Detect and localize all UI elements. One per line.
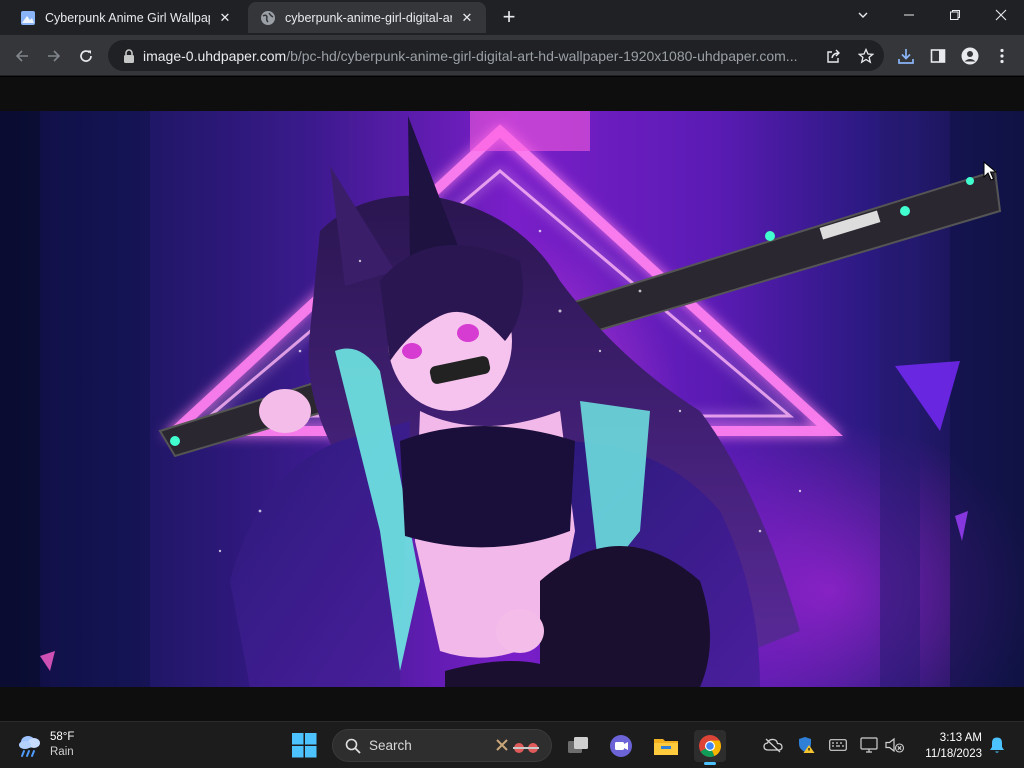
tab-title: Cyberpunk Anime Girl Wallpaper [45, 10, 210, 25]
profile-avatar-icon[interactable] [956, 42, 984, 70]
tab-close-icon[interactable]: ✕ [216, 9, 234, 27]
download-icon[interactable] [892, 42, 920, 70]
teams-chat-icon[interactable] [605, 730, 637, 762]
rain-cloud-icon [19, 736, 40, 757]
tab-strip: Cyberpunk Anime Girl Wallpaper ✕ cyberpu… [0, 0, 1024, 35]
system-clock[interactable]: 3:13 AM 11/18/2023 [912, 730, 982, 762]
url-text[interactable]: image-0.uhdpaper.com/b/pc-hd/cyberpunk-a… [143, 48, 811, 64]
image-favicon-icon [20, 10, 36, 26]
menu-kebab-icon[interactable] [988, 42, 1016, 70]
task-view-icon[interactable] [562, 730, 594, 762]
bookmark-star-icon[interactable] [852, 42, 879, 69]
url-path: /b/pc-hd/cyberpunk-anime-girl-digital-ar… [286, 47, 798, 64]
taskbar: 58°F Rain Search 3:13 AM 11/18/2023 [0, 721, 1024, 768]
clock-time: 3:13 AM [939, 732, 982, 744]
file-explorer-icon[interactable] [650, 730, 682, 762]
globe-icon [260, 10, 276, 26]
tab-title: cyberpunk-anime-girl-digital-art-hd-wall… [285, 10, 452, 25]
onedrive-offline-icon[interactable] [762, 734, 784, 756]
tab-close-icon[interactable]: ✕ [458, 9, 476, 27]
tab-cyberpunk-wallpaper[interactable]: Cyberpunk Anime Girl Wallpaper ✕ [8, 2, 244, 33]
taskbar-search-box[interactable]: Search [332, 729, 552, 762]
display-icon[interactable] [858, 734, 880, 756]
search-highlight-icon [496, 739, 539, 753]
minimize-button[interactable] [886, 0, 932, 30]
url-host: image-0.uhdpaper.com [143, 47, 287, 64]
new-tab-button[interactable]: + [496, 6, 522, 30]
volume-muted-icon[interactable] [884, 734, 906, 756]
weather-widget[interactable]: 58°F Rain [16, 728, 74, 762]
security-warning-icon[interactable] [795, 734, 817, 756]
keyboard-icon[interactable] [827, 734, 849, 756]
notification-bell-icon[interactable] [986, 734, 1008, 756]
windows-start-icon[interactable] [292, 733, 317, 758]
clock-date: 11/18/2023 [925, 748, 982, 760]
weather-temperature: 58°F [50, 731, 75, 743]
restore-button[interactable] [932, 0, 978, 30]
forward-button[interactable] [40, 42, 68, 70]
tab-search-chevron-icon[interactable] [840, 0, 886, 30]
back-button[interactable] [8, 42, 36, 70]
reload-button[interactable] [72, 42, 100, 70]
address-bar[interactable]: image-0.uhdpaper.com/b/pc-hd/cyberpunk-a… [108, 40, 884, 71]
running-indicator [704, 762, 716, 765]
wallpaper-image[interactable] [0, 111, 1024, 687]
tab-wallpaper-image[interactable]: cyberpunk-anime-girl-digital-art-hd-wall… [248, 2, 486, 33]
share-icon[interactable] [820, 42, 847, 69]
mouse-pointer-icon [983, 160, 998, 186]
chrome-icon[interactable] [694, 730, 726, 765]
page-content [0, 77, 1024, 721]
lock-icon[interactable] [122, 48, 136, 63]
search-icon [345, 738, 361, 754]
weather-condition: Rain [50, 746, 74, 758]
close-window-button[interactable] [978, 0, 1024, 30]
search-label: Search [369, 738, 412, 753]
browser-toolbar: image-0.uhdpaper.com/b/pc-hd/cyberpunk-a… [0, 35, 1024, 76]
side-panel-icon[interactable] [924, 42, 952, 70]
